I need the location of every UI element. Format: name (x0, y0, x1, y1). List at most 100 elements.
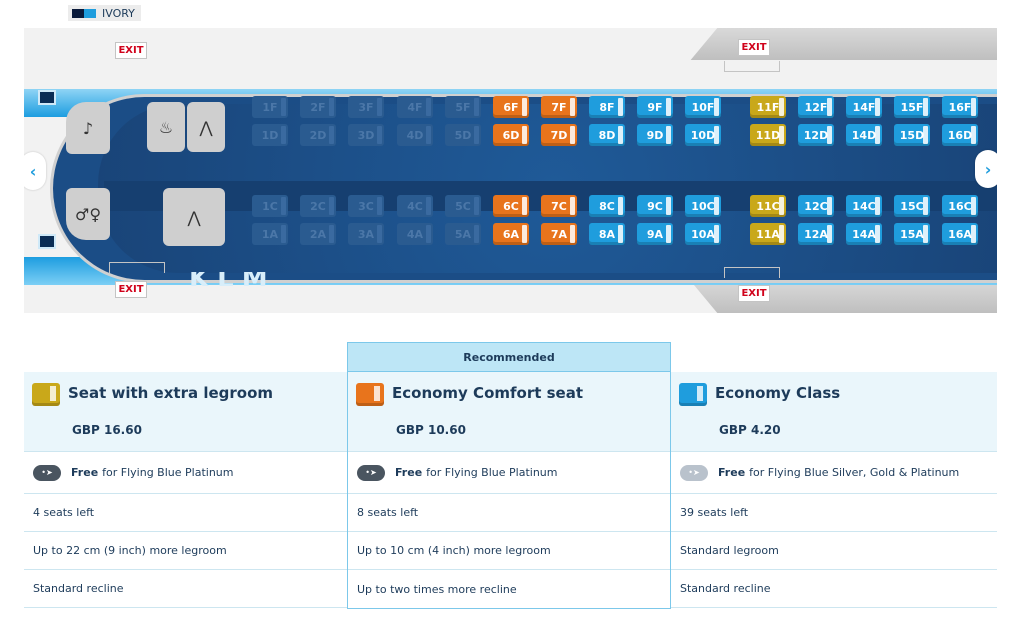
seat-10C[interactable]: 10C (685, 195, 721, 217)
seat-label: 8D (598, 128, 616, 142)
seat-9C[interactable]: 9C (637, 195, 673, 217)
seat-label: 15C (900, 199, 924, 213)
chevron-right-icon[interactable]: › (975, 150, 997, 188)
seat-7C[interactable]: 7C (541, 195, 577, 217)
seat-label: 16A (948, 227, 972, 241)
free-row: •➤ Free for Flying Blue Platinum (348, 452, 670, 494)
seat-label: 14D (851, 128, 877, 142)
legend-label: IVORY (102, 6, 135, 20)
seat-16C[interactable]: 16C (942, 195, 978, 217)
seat-icon (679, 383, 707, 406)
airline-logo: KLM (189, 272, 276, 286)
seat-label: 2D (309, 128, 327, 142)
seat-6F[interactable]: 6F (493, 96, 529, 118)
free-text: for Flying Blue Platinum (426, 466, 558, 479)
exit-sign: EXIT (115, 281, 147, 298)
seat-9F[interactable]: 9F (637, 96, 673, 118)
seat-label: 14C (852, 199, 876, 213)
seat-label: 6D (502, 128, 520, 142)
seat-label: 1C (262, 199, 278, 213)
exit-sign: EXIT (738, 285, 770, 302)
seat-label: 12D (803, 128, 829, 142)
seat-4C: 4C (397, 195, 433, 217)
seat-label: 3F (358, 100, 374, 114)
seat-16A[interactable]: 16A (942, 223, 978, 245)
seat-8C[interactable]: 8C (589, 195, 625, 217)
seat-label: 1D (261, 128, 279, 142)
coat-hanger-icon: ⋀ (163, 188, 225, 246)
seat-label: 5A (454, 227, 472, 241)
seat-label: 6A (502, 227, 520, 241)
option-extra-legroom[interactable]: Seat with extra legroom GBP 16.60 •➤ Fre… (24, 372, 348, 608)
chevron-left-icon[interactable]: ‹ (24, 152, 46, 190)
seat-14C[interactable]: 14C (846, 195, 882, 217)
seat-7F[interactable]: 7F (541, 96, 577, 118)
seat-8F[interactable]: 8F (589, 96, 625, 118)
seat-14A[interactable]: 14A (846, 223, 882, 245)
seat-14D[interactable]: 14D (846, 124, 882, 146)
seat-3A: 3A (348, 223, 384, 245)
seat-icon (356, 383, 384, 406)
option-title: Economy Class (715, 384, 841, 402)
seat-label: 4C (407, 199, 423, 213)
seat-8A[interactable]: 8A (589, 223, 625, 245)
seat-6D[interactable]: 6D (493, 124, 529, 146)
seat-15F[interactable]: 15F (894, 96, 930, 118)
seat-12F[interactable]: 12F (798, 96, 834, 118)
exit-door (109, 262, 165, 273)
seat-label: 2C (310, 199, 326, 213)
seat-label: 9F (647, 100, 663, 114)
seat-9A[interactable]: 9A (637, 223, 673, 245)
seat-label: 15A (900, 227, 924, 241)
option-economy-comfort[interactable]: Economy Comfort seat GBP 10.60 •➤ Free f… (347, 372, 671, 609)
seat-2F: 2F (300, 96, 336, 118)
seat-icon (32, 383, 60, 406)
seat-15C[interactable]: 15C (894, 195, 930, 217)
option-economy-class[interactable]: Economy Class GBP 4.20 •➤ Free for Flyin… (671, 372, 997, 608)
seat-label: 12F (804, 100, 828, 114)
seat-label: 10D (690, 128, 716, 142)
seat-12C[interactable]: 12C (798, 195, 834, 217)
seat-label: 9A (646, 227, 664, 241)
seats-left: 8 seats left (348, 494, 670, 532)
seat-3F: 3F (348, 96, 384, 118)
seat-label: 12A (804, 227, 828, 241)
free-text: for Flying Blue Silver, Gold & Platinum (749, 466, 960, 479)
seat-10A[interactable]: 10A (685, 223, 721, 245)
seat-11A[interactable]: 11A (750, 223, 786, 245)
seat-6A[interactable]: 6A (493, 223, 529, 245)
seat-10D[interactable]: 10D (685, 124, 721, 146)
seat-16F[interactable]: 16F (942, 96, 978, 118)
seat-15D[interactable]: 15D (894, 124, 930, 146)
seat-1C: 1C (252, 195, 288, 217)
seat-12A[interactable]: 12A (798, 223, 834, 245)
seat-11C[interactable]: 11C (750, 195, 786, 217)
seat-label: 15F (900, 100, 924, 114)
seat-label: 2A (309, 227, 327, 241)
seat-label: 3A (357, 227, 375, 241)
seat-label: 4A (406, 227, 424, 241)
seat-label: 5F (455, 100, 471, 114)
seat-9D[interactable]: 9D (637, 124, 673, 146)
wing-bottom (690, 281, 997, 313)
seat-6C[interactable]: 6C (493, 195, 529, 217)
seat-label: 9D (646, 128, 664, 142)
seat-14F[interactable]: 14F (846, 96, 882, 118)
seat-5A: 5A (445, 223, 481, 245)
seat-8D[interactable]: 8D (589, 124, 625, 146)
seat-label: 5C (455, 199, 471, 213)
seat-7D[interactable]: 7D (541, 124, 577, 146)
seat-12D[interactable]: 12D (798, 124, 834, 146)
coat-hanger-icon: ⋀ (187, 102, 225, 152)
recline-text: Up to two times more recline (357, 582, 517, 596)
seat-10F[interactable]: 10F (685, 96, 721, 118)
seat-15A[interactable]: 15A (894, 223, 930, 245)
seat-label: 8F (599, 100, 615, 114)
seat-label: 8C (599, 199, 615, 213)
seat-5F: 5F (445, 96, 481, 118)
seat-7A[interactable]: 7A (541, 223, 577, 245)
seat-11F[interactable]: 11F (750, 96, 786, 118)
seat-16D[interactable]: 16D (942, 124, 978, 146)
seat-11D[interactable]: 11D (750, 124, 786, 146)
legroom-text: Up to 10 cm (4 inch) more legroom (348, 532, 670, 570)
